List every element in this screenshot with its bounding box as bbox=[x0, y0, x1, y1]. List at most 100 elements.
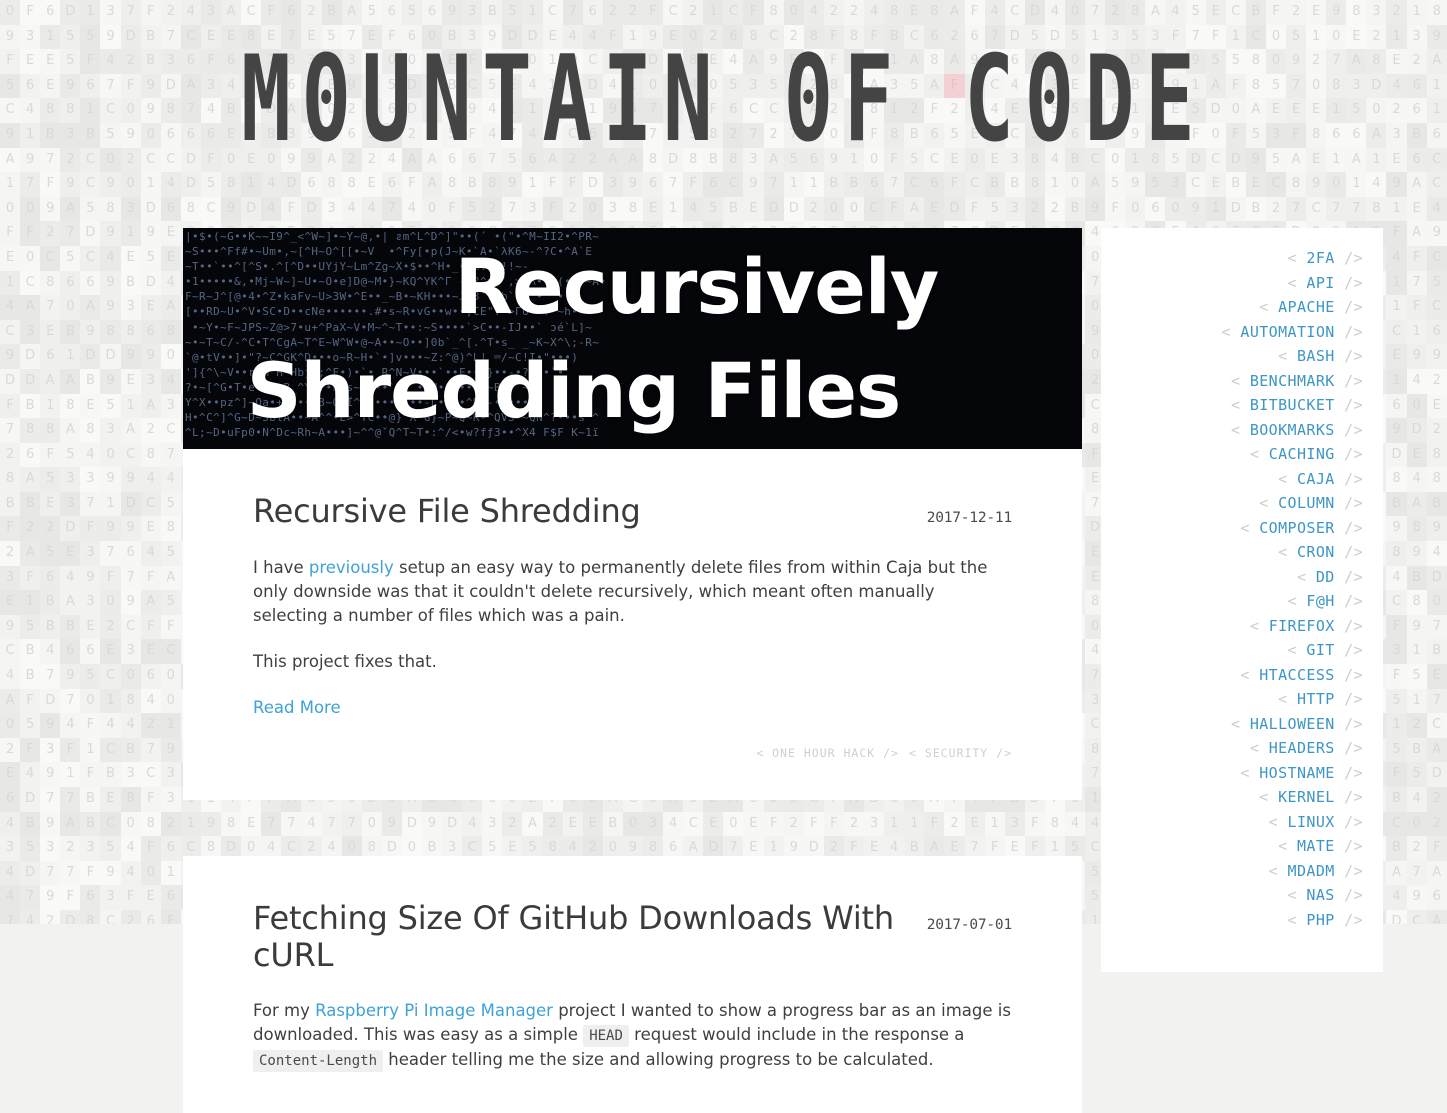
tag-close-bracket: /> bbox=[1334, 910, 1363, 929]
body-link[interactable]: previously bbox=[309, 558, 394, 577]
tag-close-bracket: /> bbox=[1334, 371, 1363, 390]
sidebar-tag-item[interactable]: < LINUX /> bbox=[1115, 810, 1363, 835]
sidebar-tag-link[interactable]: BITBUCKET bbox=[1250, 396, 1335, 414]
sidebar-tag-link[interactable]: MATE bbox=[1297, 837, 1335, 855]
tag-open-bracket: < bbox=[1278, 837, 1297, 855]
sidebar-tag-link[interactable]: HTACCESS bbox=[1259, 666, 1334, 684]
sidebar-tag-link[interactable]: BASH bbox=[1297, 347, 1335, 365]
sidebar-tag-link[interactable]: COLUMN bbox=[1278, 494, 1335, 512]
tag-close-bracket: /> bbox=[1334, 739, 1363, 757]
tag-close-bracket: /> bbox=[1334, 592, 1363, 610]
sidebar-tag-link[interactable]: CRON bbox=[1297, 543, 1335, 561]
sidebar-tag-item[interactable]: < MDADM /> bbox=[1115, 859, 1363, 884]
sidebar-tag-item[interactable]: < HEADERS /> bbox=[1115, 736, 1363, 761]
tag-open-bracket: < bbox=[1230, 714, 1250, 733]
sidebar-tag-item[interactable]: < COMPOSER /> bbox=[1115, 516, 1363, 541]
sidebar-tag-item[interactable]: < BASH /> bbox=[1115, 344, 1363, 369]
sidebar-tag-item[interactable]: < DD /> bbox=[1115, 565, 1363, 590]
tag-close-bracket: /> bbox=[1334, 616, 1363, 635]
tag-close-bracket: /> bbox=[1334, 249, 1363, 267]
sidebar-tag-item[interactable]: < NAS /> bbox=[1115, 883, 1363, 908]
sidebar-tag-link[interactable]: API bbox=[1306, 274, 1334, 292]
sidebar-tag-link[interactable]: COMPOSER bbox=[1259, 519, 1334, 537]
tag-open-bracket: < bbox=[1287, 273, 1307, 292]
sidebar-tag-item[interactable]: < BENCHMARK /> bbox=[1115, 369, 1363, 394]
hero-title-line-2: Shredding Files bbox=[246, 345, 901, 435]
sidebar-tag-link[interactable]: NAS bbox=[1306, 886, 1334, 904]
sidebar-tag-item[interactable]: < CAJA /> bbox=[1115, 467, 1363, 492]
post-tag-list: < ONE HOUR HACK /> < SECURITY /> bbox=[253, 746, 1012, 760]
sidebar-tag-link[interactable]: APACHE bbox=[1278, 298, 1335, 316]
sidebar-tag-link[interactable]: HOSTNAME bbox=[1259, 764, 1334, 782]
tag-open-bracket: < bbox=[908, 745, 925, 760]
sidebar-tag-item[interactable]: < API /> bbox=[1115, 271, 1363, 296]
sidebar-tag-item[interactable]: < F@H /> bbox=[1115, 589, 1363, 614]
post-title-link[interactable]: Fetching Size Of GitHub Downloads With c… bbox=[253, 899, 894, 974]
site-title[interactable]: M0UNTAIN 0F C0DE bbox=[241, 31, 1205, 169]
sidebar-tag-item[interactable]: < AUTOMATION /> bbox=[1115, 320, 1363, 345]
tag-close-bracket: /> bbox=[1334, 445, 1363, 463]
sidebar-tag-item[interactable]: < MATE /> bbox=[1115, 834, 1363, 859]
sidebar-tag-item[interactable]: < HTTP /> bbox=[1115, 687, 1363, 712]
sidebar-tag-link[interactable]: HEADERS bbox=[1269, 739, 1335, 757]
post-tag[interactable]: < ONE HOUR HACK /> bbox=[756, 746, 899, 760]
sidebar-tag-link[interactable]: FIREFOX bbox=[1269, 617, 1335, 635]
sidebar-tag-item[interactable]: < CACHING /> bbox=[1115, 442, 1363, 467]
sidebar-tag-item[interactable]: < BOOKMARKS /> bbox=[1115, 418, 1363, 443]
sidebar-tag-link[interactable]: PHP bbox=[1306, 911, 1334, 929]
body-link[interactable]: Raspberry Pi Image Manager bbox=[315, 1001, 553, 1020]
tag-open-bracket: < bbox=[1278, 690, 1297, 708]
sidebar-tag-link[interactable]: CAJA bbox=[1297, 470, 1335, 488]
tag-open-bracket: < bbox=[1278, 469, 1297, 488]
tag-close-bracket: /> bbox=[1334, 494, 1363, 512]
sidebar-tag-item[interactable]: < CRON /> bbox=[1115, 540, 1363, 565]
post-article: Fetching Size Of GitHub Downloads With c… bbox=[183, 855, 1082, 1113]
sidebar-tag-item[interactable]: < 2FA /> bbox=[1115, 246, 1363, 271]
sidebar-tag-item[interactable]: < HTACCESS /> bbox=[1115, 663, 1363, 688]
sidebar-tag-link[interactable]: LINUX bbox=[1288, 813, 1335, 831]
tag-open-bracket: < bbox=[1230, 396, 1250, 414]
sidebar-tag-item[interactable]: < COLUMN /> bbox=[1115, 491, 1363, 516]
sidebar-tag-item[interactable]: < HOSTNAME /> bbox=[1115, 761, 1363, 786]
sidebar-tag-item[interactable]: < BITBUCKET /> bbox=[1115, 393, 1363, 418]
tag-close-bracket: /> bbox=[1334, 420, 1363, 439]
tag-open-bracket: < bbox=[1278, 543, 1297, 561]
post-title: Fetching Size Of GitHub Downloads With c… bbox=[253, 899, 909, 974]
sidebar-tag-link[interactable]: HALLOWEEN bbox=[1250, 715, 1335, 733]
sidebar-tag-link[interactable]: MDADM bbox=[1288, 862, 1335, 880]
tag-open-bracket: < bbox=[1259, 788, 1279, 806]
post-title-link[interactable]: Recursive File Shredding bbox=[253, 492, 641, 530]
sidebar-tag-link[interactable]: DD bbox=[1316, 568, 1335, 586]
tag-open-bracket: < bbox=[1221, 322, 1241, 341]
sidebar-tag-link[interactable]: BOOKMARKS bbox=[1250, 421, 1335, 439]
tag-close-bracket: /> bbox=[1334, 518, 1363, 537]
body-text: For my bbox=[253, 1001, 316, 1021]
read-more-link[interactable]: Read More bbox=[253, 698, 341, 717]
tag-open-bracket: < bbox=[1240, 665, 1260, 684]
sidebar-tag-link[interactable]: AUTOMATION bbox=[1240, 323, 1334, 341]
post-article: Recursive File Shredding 2017-12-11 I have… bbox=[183, 449, 1082, 800]
sidebar-tag-link[interactable]: F@H bbox=[1306, 592, 1334, 610]
post-date: 2017-07-01 bbox=[926, 916, 1013, 933]
tag-open-bracket: < bbox=[1249, 739, 1269, 757]
tag-open-bracket: < bbox=[1278, 347, 1297, 365]
sidebar-tag-item[interactable]: < APACHE /> bbox=[1115, 295, 1363, 320]
tag-open-bracket: < bbox=[1230, 420, 1250, 439]
sidebar-tag-link[interactable]: GIT bbox=[1306, 641, 1334, 659]
tag-close-bracket: /> bbox=[1334, 812, 1363, 831]
tag-open-bracket: < bbox=[1249, 445, 1269, 463]
read-more-wrap: Read More bbox=[253, 696, 1012, 720]
sidebar-tag-item[interactable]: < HALLOWEEN /> bbox=[1115, 712, 1363, 737]
post-header: Fetching Size Of GitHub Downloads With c… bbox=[253, 899, 1013, 974]
sidebar-tag-link[interactable]: 2FA bbox=[1306, 249, 1334, 267]
sidebar-tag-item[interactable]: < KERNEL /> bbox=[1115, 785, 1363, 810]
sidebar-tag-item[interactable]: < PHP /> bbox=[1115, 908, 1363, 933]
sidebar-tag-link[interactable]: HTTP bbox=[1297, 690, 1335, 708]
sidebar-tag-link[interactable]: CACHING bbox=[1269, 445, 1335, 463]
tag-close-bracket: /> bbox=[1334, 298, 1363, 316]
sidebar-tag-item[interactable]: < FIREFOX /> bbox=[1115, 614, 1363, 639]
sidebar-tag-item[interactable]: < GIT /> bbox=[1115, 638, 1363, 663]
sidebar-tag-link[interactable]: BENCHMARK bbox=[1250, 372, 1335, 390]
sidebar-tag-link[interactable]: KERNEL bbox=[1278, 788, 1335, 806]
post-tag[interactable]: < SECURITY /> bbox=[909, 746, 1012, 760]
